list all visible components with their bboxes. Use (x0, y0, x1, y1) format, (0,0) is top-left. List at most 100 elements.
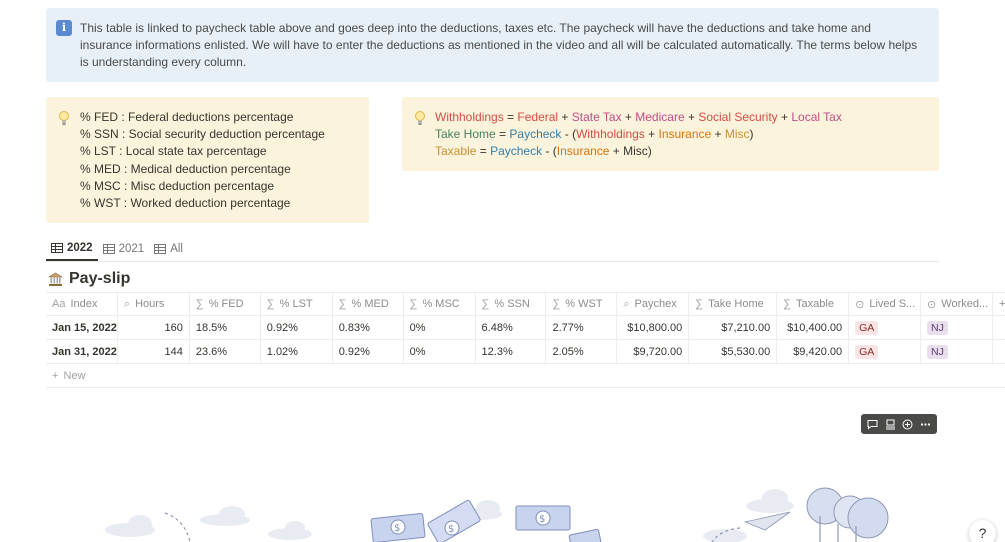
info-callout: i This table is linked to paycheck table… (46, 8, 939, 82)
cell-fed[interactable]: 23.6% (190, 340, 261, 363)
formula-icon: ∑ (695, 298, 704, 310)
table-row[interactable]: Jan 31, 2022 144 23.6% 1.02% 0.92% 0% 12… (46, 340, 1005, 364)
comment-icon (867, 419, 878, 430)
database-title[interactable]: Pay-slip (48, 270, 130, 288)
cell-index[interactable]: Jan 15, 2022 (46, 316, 118, 339)
cell-index[interactable]: Jan 31, 2022 (46, 340, 118, 363)
cell-worked-state[interactable]: NJ (921, 316, 993, 339)
column-header-take-home[interactable]: ∑ Take Home (689, 293, 778, 315)
cell-take-home[interactable]: $7,210.00 (689, 316, 778, 339)
cell-ssn[interactable]: 12.3% (476, 340, 547, 363)
formula-term: Misc (724, 127, 750, 142)
cell-msc[interactable]: 0% (404, 316, 476, 339)
definition-ssn: % SSN : Social security deduction percen… (80, 127, 325, 142)
column-header-lived-state[interactable]: ⊙ Lived S... (849, 293, 922, 315)
bank-icon (48, 272, 63, 286)
help-button[interactable]: ? (969, 520, 996, 542)
cell-taxable[interactable]: $10,400.00 (777, 316, 850, 339)
column-header-hours[interactable]: ⌕ Hours (118, 293, 190, 315)
formula-term: Social Security (698, 110, 778, 124)
formula-icon: ∑ (195, 298, 204, 310)
lookup-icon: ⌕ (123, 297, 131, 310)
info-icon: i (56, 20, 72, 36)
cell-paychex[interactable]: $10,800.00 (617, 316, 690, 339)
cell-hours[interactable]: 144 (118, 340, 190, 363)
tab-2022[interactable]: 2022 (46, 236, 98, 261)
layout-icon (885, 419, 895, 429)
column-header-paychex[interactable]: ⌕ Paychex (617, 293, 690, 315)
formula-term: Take Home (435, 127, 496, 142)
cell-ssn[interactable]: 6.48% (476, 316, 547, 339)
column-label: Taxable (796, 298, 834, 310)
column-label: Index (70, 298, 98, 310)
formula-term: Local Tax (791, 110, 842, 124)
formula-term: Federal (517, 110, 559, 124)
cell-lived-state[interactable]: GA (849, 340, 922, 363)
new-row-button[interactable]: + New (46, 364, 1005, 388)
formula-term: State Tax (571, 110, 622, 124)
column-header-taxable[interactable]: ∑ Taxable (777, 293, 850, 315)
column-label: % MED (351, 298, 389, 310)
cell-msc[interactable]: 0% (404, 340, 476, 363)
column-header-msc[interactable]: ∑ % MSC (404, 293, 476, 315)
formula-term: Taxable (435, 144, 477, 159)
lookup-icon: ⌕ (623, 297, 630, 310)
column-header-lst[interactable]: ∑ % LST (261, 293, 333, 315)
comment-button[interactable] (865, 416, 881, 432)
tab-2021[interactable]: 2021 (98, 236, 150, 261)
column-header-wst[interactable]: ∑ % WST (546, 293, 618, 315)
definition-lst: % LST : Local state tax percentage (80, 144, 267, 159)
formula-op: + (558, 110, 572, 124)
tab-label: 2021 (118, 242, 145, 255)
cell-worked-state[interactable]: NJ (921, 340, 993, 363)
formula-icon: ∑ (409, 298, 418, 310)
cell-med[interactable]: 0.83% (333, 316, 404, 339)
taxable-formula: Taxable = Paycheck - (Insurance + Misc) (435, 143, 929, 160)
formula-term: Insurance (658, 127, 712, 142)
formula-callout: Withholdings = Federal + State Tax + Med… (402, 97, 939, 171)
formula-term: Paycheck (490, 144, 543, 159)
definition-med: % MED : Medical deduction percentage (80, 161, 291, 176)
column-label: % SSN (494, 298, 530, 310)
cell-lived-state[interactable]: GA (849, 316, 922, 339)
formula-op: ) (749, 127, 754, 142)
column-label: Lived S... (869, 298, 916, 310)
column-header-fed[interactable]: ∑ % FED (190, 293, 261, 315)
more-icon (920, 422, 930, 426)
cell-paychex[interactable]: $9,720.00 (617, 340, 690, 363)
column-header-index[interactable]: Aa Index (46, 293, 118, 315)
column-header-ssn[interactable]: ∑ % SSN (476, 293, 547, 315)
cell-lst[interactable]: 1.02% (261, 340, 333, 363)
formula-term: Medicare (635, 110, 685, 124)
info-callout-text: This table is linked to paycheck table a… (80, 21, 918, 69)
block-toolbar (861, 414, 937, 434)
cell-hours[interactable]: 160 (118, 316, 190, 339)
formula-term: Insurance (556, 144, 610, 159)
cell-lst[interactable]: 0.92% (261, 316, 333, 339)
formula-icon: ∑ (552, 298, 561, 310)
lightbulb-tree-icon (806, 487, 889, 542)
cell-med[interactable]: 0.92% (333, 340, 404, 363)
layout-button[interactable] (882, 416, 898, 432)
more-button[interactable] (917, 416, 933, 432)
column-header-worked-state[interactable]: ⊙ Worked... (921, 293, 993, 315)
cell-wst[interactable]: 2.77% (546, 316, 618, 339)
table-view-icon (51, 242, 63, 253)
cell-fed[interactable]: 18.5% (190, 316, 261, 339)
table-row[interactable]: Jan 15, 2022 160 18.5% 0.92% 0.83% 0% 6.… (46, 316, 1005, 340)
definitions-callout: % FED : Federal deductions percentage % … (46, 97, 369, 223)
formula-icon: ∑ (266, 298, 275, 310)
cell-take-home[interactable]: $5,530.00 (689, 340, 778, 363)
column-header-med[interactable]: ∑ % MED (333, 293, 404, 315)
formula-op: - ( (561, 127, 577, 142)
add-column-button[interactable]: + (993, 293, 1005, 315)
svg-text:$: $ (448, 524, 454, 535)
add-button[interactable] (900, 416, 916, 432)
cell-wst[interactable]: 2.05% (546, 340, 618, 363)
definition-wst: % WST : Worked deduction percentage (80, 196, 291, 211)
plus-icon: + (52, 369, 59, 382)
tab-all[interactable]: All (149, 236, 188, 261)
cell-taxable[interactable]: $9,420.00 (777, 340, 850, 363)
select-icon: ⊙ (855, 298, 865, 311)
column-label: Paychex (634, 298, 677, 310)
